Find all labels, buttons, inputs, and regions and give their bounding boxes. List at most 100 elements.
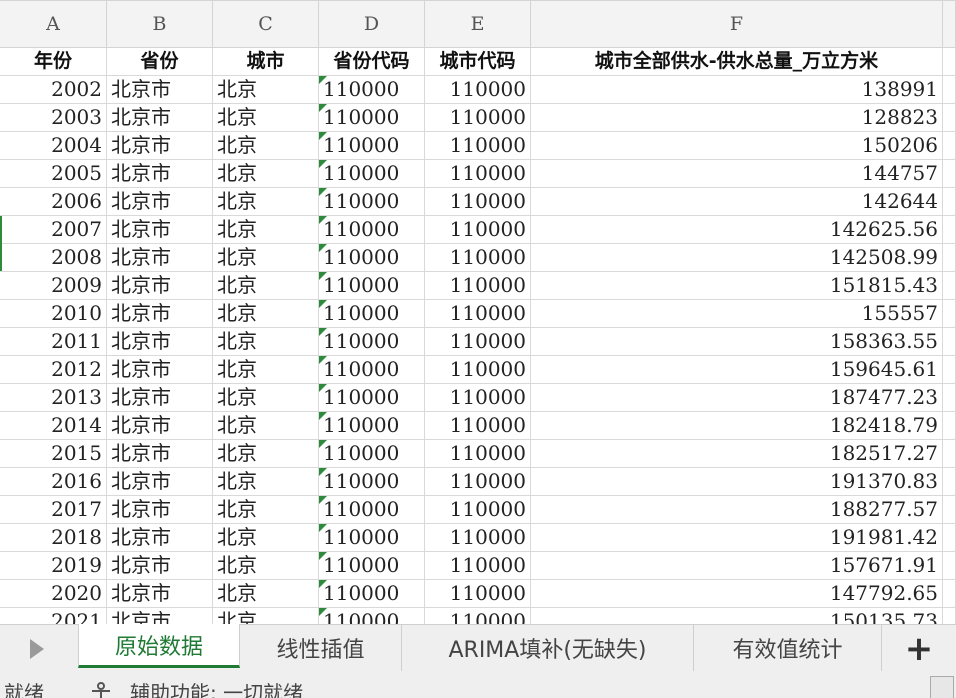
cell-city[interactable]: 北京 bbox=[213, 552, 319, 580]
cell-city-code[interactable]: 110000 bbox=[425, 384, 531, 412]
cell-water-supply[interactable]: 128823 bbox=[531, 104, 943, 132]
cell-province[interactable]: 北京市 bbox=[107, 104, 213, 132]
cell-city-code[interactable]: 110000 bbox=[425, 244, 531, 272]
cell-city[interactable]: 北京 bbox=[213, 244, 319, 272]
cell-province[interactable]: 北京市 bbox=[107, 216, 213, 244]
empty-cell[interactable] bbox=[943, 524, 956, 552]
cell-water-supply[interactable]: 188277.57 bbox=[531, 496, 943, 524]
cell-water-supply[interactable]: 144757 bbox=[531, 160, 943, 188]
empty-cell[interactable] bbox=[943, 384, 956, 412]
cell-city[interactable]: 北京 bbox=[213, 384, 319, 412]
column-header-a[interactable]: A bbox=[0, 1, 107, 47]
cell-year[interactable]: 2011 bbox=[0, 328, 107, 356]
cell-year[interactable]: 2005 bbox=[0, 160, 107, 188]
status-accessibility[interactable]: 辅助功能: 一切就绪 bbox=[130, 682, 303, 698]
empty-cell[interactable] bbox=[943, 188, 956, 216]
cell-province-code[interactable]: 110000 bbox=[319, 468, 425, 496]
column-header-b[interactable]: B bbox=[107, 1, 213, 47]
empty-cell[interactable] bbox=[943, 300, 956, 328]
cell-city-code[interactable]: 110000 bbox=[425, 608, 531, 624]
cell-province-code[interactable]: 110000 bbox=[319, 244, 425, 272]
empty-cell[interactable] bbox=[943, 496, 956, 524]
cell-province-code[interactable]: 110000 bbox=[319, 328, 425, 356]
cell-year[interactable]: 2021 bbox=[0, 608, 107, 624]
empty-cell[interactable] bbox=[943, 104, 956, 132]
cell-province[interactable]: 北京市 bbox=[107, 496, 213, 524]
cell-province[interactable]: 北京市 bbox=[107, 328, 213, 356]
cell-province[interactable]: 北京市 bbox=[107, 580, 213, 608]
cell-year[interactable]: 2018 bbox=[0, 524, 107, 552]
cell-province-code[interactable]: 110000 bbox=[319, 580, 425, 608]
cell-water-supply[interactable]: 142644 bbox=[531, 188, 943, 216]
column-header-e[interactable]: E bbox=[425, 1, 531, 47]
header-cell-year[interactable]: 年份 bbox=[0, 48, 107, 76]
cell-province-code[interactable]: 110000 bbox=[319, 104, 425, 132]
cell-province[interactable]: 北京市 bbox=[107, 440, 213, 468]
cell-city[interactable]: 北京 bbox=[213, 160, 319, 188]
header-cell-city[interactable]: 城市 bbox=[213, 48, 319, 76]
cell-year[interactable]: 2019 bbox=[0, 552, 107, 580]
cell-province[interactable]: 北京市 bbox=[107, 76, 213, 104]
cell-water-supply[interactable]: 159645.61 bbox=[531, 356, 943, 384]
cell-city[interactable]: 北京 bbox=[213, 104, 319, 132]
cell-city-code[interactable]: 110000 bbox=[425, 132, 531, 160]
cell-city-code[interactable]: 110000 bbox=[425, 524, 531, 552]
cell-water-supply[interactable]: 150135.73 bbox=[531, 608, 943, 624]
cell-water-supply[interactable]: 147792.65 bbox=[531, 580, 943, 608]
cell-water-supply[interactable]: 150206 bbox=[531, 132, 943, 160]
empty-cell[interactable] bbox=[943, 412, 956, 440]
cell-province[interactable]: 北京市 bbox=[107, 188, 213, 216]
cell-city[interactable]: 北京 bbox=[213, 216, 319, 244]
header-cell-province-code[interactable]: 省份代码 bbox=[319, 48, 425, 76]
empty-cell[interactable] bbox=[943, 552, 956, 580]
empty-cell[interactable] bbox=[943, 244, 956, 272]
empty-cell[interactable] bbox=[943, 48, 956, 76]
cell-city[interactable]: 北京 bbox=[213, 412, 319, 440]
cell-year[interactable]: 2016 bbox=[0, 468, 107, 496]
tab-linear-interpolation[interactable]: 线性插值 bbox=[240, 625, 402, 671]
empty-cell[interactable] bbox=[943, 160, 956, 188]
cell-year[interactable]: 2013 bbox=[0, 384, 107, 412]
cell-city-code[interactable]: 110000 bbox=[425, 496, 531, 524]
cell-year[interactable]: 2020 bbox=[0, 580, 107, 608]
cell-city-code[interactable]: 110000 bbox=[425, 468, 531, 496]
cell-province-code[interactable]: 110000 bbox=[319, 552, 425, 580]
cell-city-code[interactable]: 110000 bbox=[425, 580, 531, 608]
cell-water-supply[interactable]: 142625.56 bbox=[531, 216, 943, 244]
cell-city[interactable]: 北京 bbox=[213, 188, 319, 216]
cell-city[interactable]: 北京 bbox=[213, 76, 319, 104]
cell-province-code[interactable]: 110000 bbox=[319, 440, 425, 468]
cell-city-code[interactable]: 110000 bbox=[425, 440, 531, 468]
cell-city-code[interactable]: 110000 bbox=[425, 300, 531, 328]
cell-province[interactable]: 北京市 bbox=[107, 524, 213, 552]
cell-city-code[interactable]: 110000 bbox=[425, 160, 531, 188]
header-cell-province[interactable]: 省份 bbox=[107, 48, 213, 76]
empty-cell[interactable] bbox=[943, 356, 956, 384]
cell-province-code[interactable]: 110000 bbox=[319, 300, 425, 328]
cell-year[interactable]: 2012 bbox=[0, 356, 107, 384]
cell-province[interactable]: 北京市 bbox=[107, 552, 213, 580]
cell-province[interactable]: 北京市 bbox=[107, 356, 213, 384]
cell-water-supply[interactable]: 142508.99 bbox=[531, 244, 943, 272]
cell-province-code[interactable]: 110000 bbox=[319, 216, 425, 244]
column-header-f[interactable]: F bbox=[531, 1, 943, 47]
tab-valid-value-stats[interactable]: 有效值统计 bbox=[694, 625, 882, 671]
cell-province[interactable]: 北京市 bbox=[107, 468, 213, 496]
cell-province[interactable]: 北京市 bbox=[107, 300, 213, 328]
cell-year[interactable]: 2007 bbox=[0, 216, 107, 244]
cell-water-supply[interactable]: 182517.27 bbox=[531, 440, 943, 468]
cell-city-code[interactable]: 110000 bbox=[425, 552, 531, 580]
accessibility-icon[interactable] bbox=[88, 680, 114, 698]
cell-province-code[interactable]: 110000 bbox=[319, 384, 425, 412]
cell-province-code[interactable]: 110000 bbox=[319, 496, 425, 524]
cell-year[interactable]: 2014 bbox=[0, 412, 107, 440]
cell-city-code[interactable]: 110000 bbox=[425, 272, 531, 300]
cell-province-code[interactable]: 110000 bbox=[319, 356, 425, 384]
cell-province[interactable]: 北京市 bbox=[107, 412, 213, 440]
cell-water-supply[interactable]: 158363.55 bbox=[531, 328, 943, 356]
cell-province[interactable]: 北京市 bbox=[107, 272, 213, 300]
cell-year[interactable]: 2017 bbox=[0, 496, 107, 524]
empty-cell[interactable] bbox=[943, 468, 956, 496]
cell-water-supply[interactable]: 182418.79 bbox=[531, 412, 943, 440]
empty-cell[interactable] bbox=[943, 76, 956, 104]
